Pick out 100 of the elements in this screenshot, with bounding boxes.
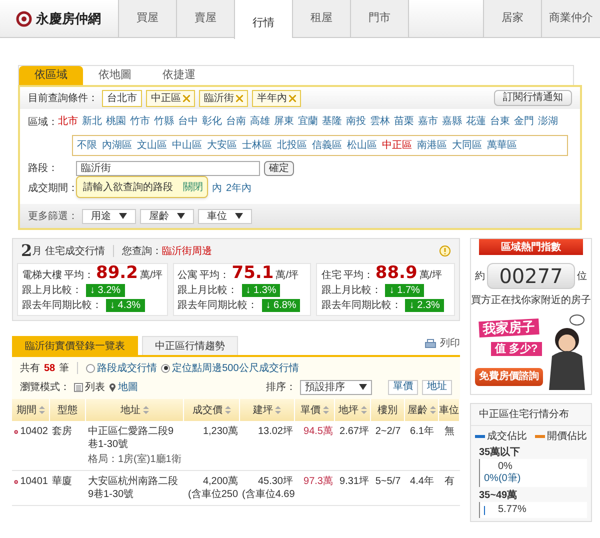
district-link[interactable]: 大同區: [452, 139, 482, 152]
view-link[interactable]: 列表: [85, 380, 105, 394]
column-header[interactable]: 建坪: [240, 399, 295, 421]
confirm-button[interactable]: 確定: [264, 161, 294, 176]
info-icon[interactable]: [439, 245, 451, 257]
sort-select[interactable]: 預設排序: [300, 380, 372, 394]
remove-icon[interactable]: [289, 94, 296, 102]
sort-button[interactable]: 單價: [388, 380, 418, 394]
city-link[interactable]: 花蓮: [466, 115, 486, 130]
column-header[interactable]: 屋齡: [405, 399, 439, 421]
nav-tab[interactable]: 居家: [483, 0, 541, 37]
district-link[interactable]: 萬華區: [487, 139, 517, 152]
stats-title: 月 住宅成交行情: [32, 244, 105, 258]
sort-icon[interactable]: [275, 406, 281, 414]
district-link[interactable]: 文山區: [137, 139, 167, 152]
column-header[interactable]: 單價: [295, 399, 335, 421]
city-link[interactable]: 苗栗: [394, 115, 414, 130]
period-link[interactable]: 內: [212, 180, 222, 196]
search-tab[interactable]: 依捷運: [147, 66, 211, 85]
filter-dropdown[interactable]: 車位: [198, 208, 252, 224]
table-cell-text: 1,230萬: [202, 425, 238, 438]
sort-icon[interactable]: [322, 406, 328, 414]
nav-tab[interactable]: 租屋: [292, 0, 350, 37]
city-link[interactable]: 宜蘭: [298, 115, 318, 130]
city-link[interactable]: 金門: [514, 115, 534, 130]
district-link[interactable]: 中正區: [382, 139, 412, 152]
district-link[interactable]: 中山區: [172, 139, 202, 152]
column-header[interactable]: 型態: [50, 399, 86, 421]
listing-tab[interactable]: 臨沂街實價登錄一覽表: [12, 336, 138, 355]
search-tab[interactable]: 依區域: [19, 66, 83, 85]
city-link[interactable]: 雲林: [370, 115, 390, 130]
city-link[interactable]: 嘉縣: [442, 115, 462, 130]
district-link[interactable]: 士林區: [242, 139, 272, 152]
city-link[interactable]: 桃園: [106, 115, 126, 130]
mode-label[interactable]: 定位點周邊500公尺成交行情: [172, 360, 299, 376]
column-header[interactable]: 地坪: [335, 399, 371, 421]
column-header[interactable]: 車位: [439, 399, 460, 421]
district-link[interactable]: 北投區: [277, 139, 307, 152]
logo-text[interactable]: 永慶房仲網: [36, 8, 101, 28]
ad-banner[interactable]: 我家房子 值 多少? 免費房價諮詢: [475, 314, 587, 390]
column-header[interactable]: 成交價: [184, 399, 240, 421]
condition-chip: 半年內: [252, 90, 301, 106]
table-cell[interactable]: 中正區仁愛路二段9巷1-30號: [88, 425, 182, 451]
view-link[interactable]: 地圖: [118, 380, 138, 394]
city-link[interactable]: 台南: [226, 115, 246, 130]
sort-icon[interactable]: [360, 406, 366, 414]
city-link[interactable]: 南投: [346, 115, 366, 130]
mode-label[interactable]: 路段成交行情: [97, 360, 158, 376]
nav-tab[interactable]: 賣屋: [176, 0, 234, 37]
range-label: 35萬以下: [478, 447, 522, 459]
city-link[interactable]: 嘉市: [418, 115, 438, 130]
print-link[interactable]: 列印: [425, 336, 460, 351]
sort-icon[interactable]: [142, 406, 148, 414]
district-link[interactable]: 內湖區: [102, 139, 132, 152]
radio-button[interactable]: [86, 364, 96, 372]
subscribe-button[interactable]: 訂閱行情通知: [494, 90, 572, 106]
road-field[interactable]: 臨沂街: [76, 161, 260, 176]
sort-button[interactable]: 地址: [422, 380, 452, 394]
city-link[interactable]: 北市: [58, 115, 78, 130]
listing-tab[interactable]: 中正區行情趨勢: [142, 336, 238, 355]
city-link[interactable]: 台東: [490, 115, 510, 130]
city-link[interactable]: 澎湖: [538, 115, 558, 130]
district-link[interactable]: 不限: [77, 139, 97, 152]
sort-icon[interactable]: [224, 406, 230, 414]
city-link[interactable]: 彰化: [202, 115, 222, 130]
nav-tab[interactable]: 行情: [234, 0, 292, 39]
city-link[interactable]: 屏東: [274, 115, 294, 130]
city-link[interactable]: 台中: [178, 115, 198, 130]
district-link[interactable]: 信義區: [312, 139, 342, 152]
nav-tab[interactable]: 買屋: [118, 0, 176, 37]
radio-button[interactable]: [161, 364, 170, 372]
query-value[interactable]: 臨沂街周邊: [162, 244, 212, 258]
marker-icon[interactable]: [14, 428, 18, 436]
sort-icon[interactable]: [38, 406, 44, 414]
remove-icon[interactable]: [236, 94, 243, 102]
district-link[interactable]: 松山區: [347, 139, 377, 152]
marker-icon[interactable]: [14, 478, 18, 486]
nav-tab[interactable]: 商業仲介: [541, 0, 600, 37]
column-header[interactable]: 地址: [86, 399, 184, 421]
list-icon[interactable]: [74, 382, 83, 392]
remove-icon[interactable]: [183, 94, 190, 102]
close-link[interactable]: 關閉: [183, 180, 203, 194]
district-link[interactable]: 大安區: [207, 139, 237, 152]
city-link[interactable]: 基隆: [322, 115, 342, 130]
sort-icon[interactable]: [430, 406, 436, 414]
city-link[interactable]: 新北: [82, 115, 102, 130]
city-link[interactable]: 竹市: [130, 115, 150, 130]
consult-button[interactable]: 免費房價諮詢: [475, 368, 543, 386]
city-link[interactable]: 高雄: [250, 115, 270, 130]
pin-icon[interactable]: [109, 382, 116, 392]
filter-dropdown[interactable]: 屋齡: [140, 208, 194, 224]
column-header[interactable]: 期間: [12, 399, 50, 421]
table-cell[interactable]: 大安區杭州南路二段9巷1-30號: [88, 475, 182, 501]
column-header[interactable]: 樓別: [371, 399, 405, 421]
search-tab[interactable]: 依地圖: [83, 66, 147, 85]
city-link[interactable]: 竹縣: [154, 115, 174, 130]
period-link[interactable]: 2年內: [226, 180, 252, 196]
district-link[interactable]: 南港區: [417, 139, 447, 152]
filter-dropdown[interactable]: 用途: [82, 208, 136, 224]
conditions-label: 目前查詢條件：: [28, 92, 98, 106]
